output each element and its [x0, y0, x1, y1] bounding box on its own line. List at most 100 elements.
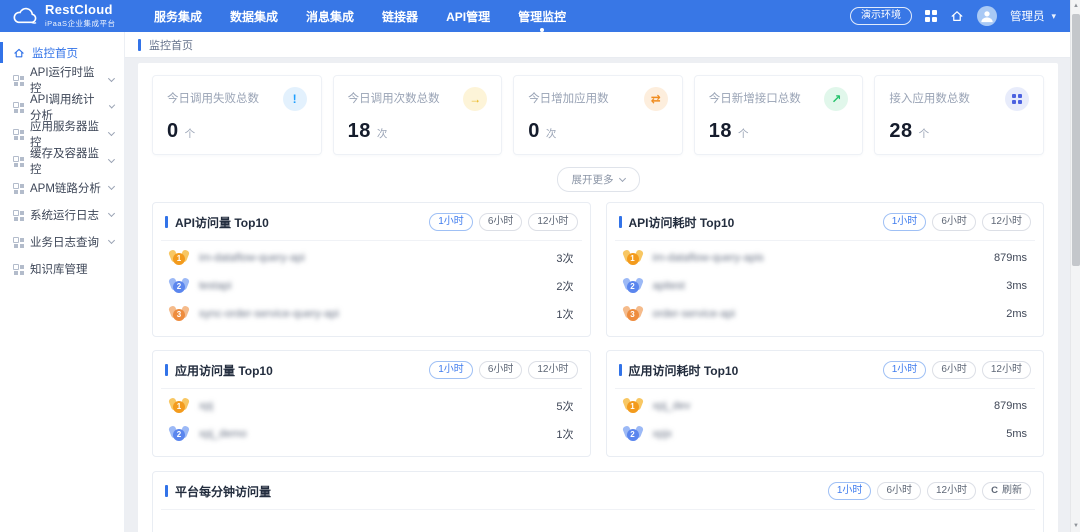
app-name-redacted: xpj	[199, 400, 213, 412]
chevron-down-icon	[108, 236, 115, 243]
scroll-up-icon[interactable]: ▲	[1071, 0, 1080, 12]
line-chart: 每分钟访问量 2	[165, 513, 1031, 532]
medal-rank-1-icon: 1	[623, 249, 643, 267]
chevron-down-icon	[108, 182, 115, 189]
panel-app-latency-top10: 应用访问耗时 Top10 1小时 6小时 12小时 1 xpj_dev 879m…	[606, 350, 1045, 457]
top10-row: 2 testapi 2次	[165, 272, 578, 300]
trend-up-icon: ↗	[824, 87, 848, 111]
grid-icon	[1005, 87, 1029, 111]
medal-rank-2-icon: 2	[169, 277, 189, 295]
chevron-down-icon	[108, 156, 115, 163]
grid-icon	[13, 129, 23, 139]
user-name[interactable]: 管理员	[1010, 8, 1045, 24]
sidebar-item-api-runtime-monitor[interactable]: API运行时监控	[0, 66, 124, 93]
filter-1h[interactable]: 1小时	[429, 361, 473, 379]
stat-value: 0	[167, 120, 179, 143]
filter-6h[interactable]: 6小时	[479, 213, 523, 231]
sidebar: 监控首页 API运行时监控 API调用统计分析 应用服务器监控 缓存及容器监控 …	[0, 32, 125, 532]
panel-title: 平台每分钟访问量	[175, 483, 271, 500]
scrollbar[interactable]: ▲ ▼	[1070, 0, 1080, 532]
app-name-redacted: xpj_dev	[653, 400, 691, 412]
sidebar-item-monitor-home[interactable]: 监控首页	[0, 39, 124, 66]
medal-rank-3-icon: 3	[169, 305, 189, 323]
chart-series-spike	[217, 513, 1027, 532]
chevron-down-icon	[108, 209, 115, 216]
main-content: 今日调用失败总数 ! 0个 今日调用次数总数 → 18次 今日增加应用数 ⇄	[125, 58, 1070, 532]
top10-row: 2 xpjx 5ms	[619, 420, 1032, 448]
filter-12h[interactable]: 12小时	[982, 213, 1031, 231]
medal-rank-1-icon: 1	[169, 249, 189, 267]
app-name-redacted: xpj_demo	[199, 428, 247, 440]
top10-row: 2 xpj_demo 1次	[165, 420, 578, 448]
stat-value: 28	[889, 120, 912, 143]
swap-arrows-icon: ⇄	[644, 87, 668, 111]
grid-icon	[13, 183, 23, 193]
nav-item-data-integration[interactable]: 数据集成	[230, 0, 278, 34]
row-value: 879ms	[994, 252, 1027, 264]
filter-12h[interactable]: 12小时	[528, 213, 577, 231]
api-name-redacted: im-dataflow-query-apis	[653, 252, 764, 264]
apps-grid-icon[interactable]	[925, 10, 937, 22]
filter-1h[interactable]: 1小时	[883, 213, 927, 231]
filter-1h[interactable]: 1小时	[429, 213, 473, 231]
top10-row: 1 im-dataflow-query-api 3次	[165, 244, 578, 272]
home-icon	[13, 47, 25, 59]
chevron-down-icon	[618, 175, 625, 182]
nav-item-connector[interactable]: 链接器	[382, 0, 418, 34]
medal-rank-2-icon: 2	[623, 425, 643, 443]
row-value: 879ms	[994, 400, 1027, 412]
panel-title: 应用访问量 Top10	[175, 362, 273, 379]
api-name-redacted: testapi	[199, 280, 231, 292]
filter-12h[interactable]: 12小时	[982, 361, 1031, 379]
sidebar-item-business-log-query[interactable]: 业务日志查询	[0, 228, 124, 255]
grid-icon	[13, 75, 23, 85]
sidebar-item-app-server-monitor[interactable]: 应用服务器监控	[0, 120, 124, 147]
filter-1h[interactable]: 1小时	[828, 482, 872, 500]
api-name-redacted: im-dataflow-query-api	[199, 252, 305, 264]
env-badge[interactable]: 演示环境	[850, 7, 912, 25]
avatar[interactable]	[977, 6, 997, 26]
chevron-down-icon	[108, 129, 115, 136]
sidebar-item-system-run-logs[interactable]: 系统运行日志	[0, 201, 124, 228]
grid-icon	[13, 210, 23, 220]
stat-card-connected-apps: 接入应用数总数 28个	[874, 75, 1044, 155]
stat-value: 0	[528, 120, 540, 143]
filter-1h[interactable]: 1小时	[883, 361, 927, 379]
filter-12h[interactable]: 12小时	[927, 482, 976, 500]
stat-card-new-apps-today: 今日增加应用数 ⇄ 0次	[513, 75, 683, 155]
row-value: 5次	[556, 398, 573, 414]
brand[interactable]: RestCloud iPaaS企业集成平台	[10, 3, 132, 29]
filter-12h[interactable]: 12小时	[528, 361, 577, 379]
top10-row: 1 im-dataflow-query-apis 879ms	[619, 244, 1032, 272]
nav-item-api-management[interactable]: API管理	[446, 0, 490, 34]
sidebar-item-knowledge-base[interactable]: 知识库管理	[0, 255, 124, 282]
row-value: 1次	[556, 306, 573, 322]
filter-6h[interactable]: 6小时	[932, 213, 976, 231]
grid-icon	[13, 156, 23, 166]
row-value: 2ms	[1006, 308, 1027, 320]
home-icon[interactable]	[950, 9, 964, 23]
sidebar-item-apm-trace-analysis[interactable]: APM链路分析	[0, 174, 124, 201]
navbar-right: 演示环境 管理员 ▾	[850, 6, 1056, 26]
scroll-down-icon[interactable]: ▼	[1071, 520, 1080, 532]
stat-value: 18	[709, 120, 732, 143]
scrollbar-thumb[interactable]	[1072, 14, 1080, 266]
refresh-button[interactable]: C 刷新	[982, 482, 1031, 500]
filter-6h[interactable]: 6小时	[877, 482, 921, 500]
sidebar-item-api-call-stats[interactable]: API调用统计分析	[0, 93, 124, 120]
breadcrumb: 监控首页	[125, 32, 1070, 58]
nav-item-management-monitor[interactable]: 管理监控	[518, 0, 566, 34]
nav-item-message-integration[interactable]: 消息集成	[306, 0, 354, 34]
medal-rank-3-icon: 3	[623, 305, 643, 323]
expand-more-button[interactable]: 展开更多	[557, 167, 640, 192]
sidebar-item-cache-container-monitor[interactable]: 缓存及容器监控	[0, 147, 124, 174]
app-root: RestCloud iPaaS企业集成平台 服务集成 数据集成 消息集成 链接器…	[0, 0, 1080, 532]
row-value: 5ms	[1006, 428, 1027, 440]
exclamation-icon: !	[283, 87, 307, 111]
panel-title: API访问量 Top10	[175, 214, 269, 231]
row-value: 1次	[556, 426, 573, 442]
filter-6h[interactable]: 6小时	[479, 361, 523, 379]
medal-rank-2-icon: 2	[623, 277, 643, 295]
nav-item-service-integration[interactable]: 服务集成	[154, 0, 202, 34]
filter-6h[interactable]: 6小时	[932, 361, 976, 379]
